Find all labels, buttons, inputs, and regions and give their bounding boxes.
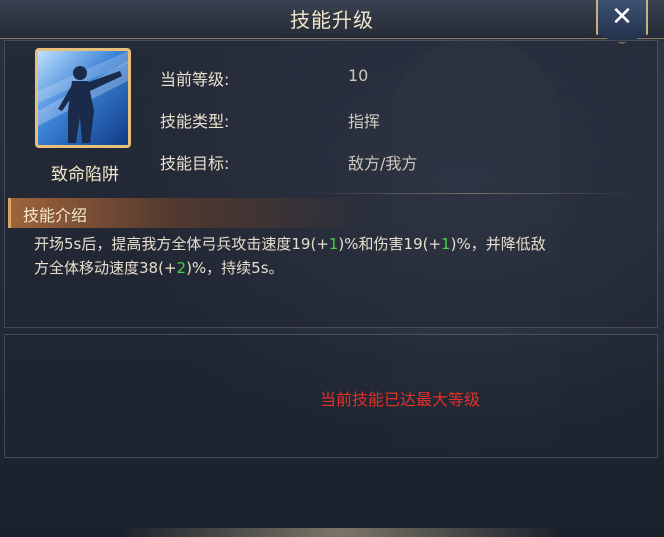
bottom-decoration: [120, 528, 560, 537]
section-title: 技能介绍: [23, 206, 88, 225]
target-value: 敌方/我方: [348, 154, 418, 173]
close-icon: ✕: [611, 2, 633, 32]
skill-description: 开场5s后，提高我方全体弓兵攻击速度19(+1)%和伤害19(+1)%，并降低敌…: [34, 235, 546, 277]
target-label: 技能目标:: [160, 154, 230, 173]
type-value: 指挥: [348, 112, 381, 131]
level-value: 10: [348, 66, 369, 85]
level-label: 当前等级:: [160, 70, 230, 89]
max-level-message: 当前技能已达最大等级: [319, 390, 480, 409]
window-title: 技能升级: [290, 8, 374, 32]
skill-icon-frame: [35, 48, 131, 148]
type-label: 技能类型:: [160, 112, 230, 131]
divider: [300, 193, 640, 194]
soldier-pointing-icon: [38, 51, 128, 143]
section-header: 技能介绍: [8, 198, 368, 228]
skill-name: 致命陷阱: [51, 165, 119, 185]
title-bar: 技能升级: [0, 0, 664, 39]
